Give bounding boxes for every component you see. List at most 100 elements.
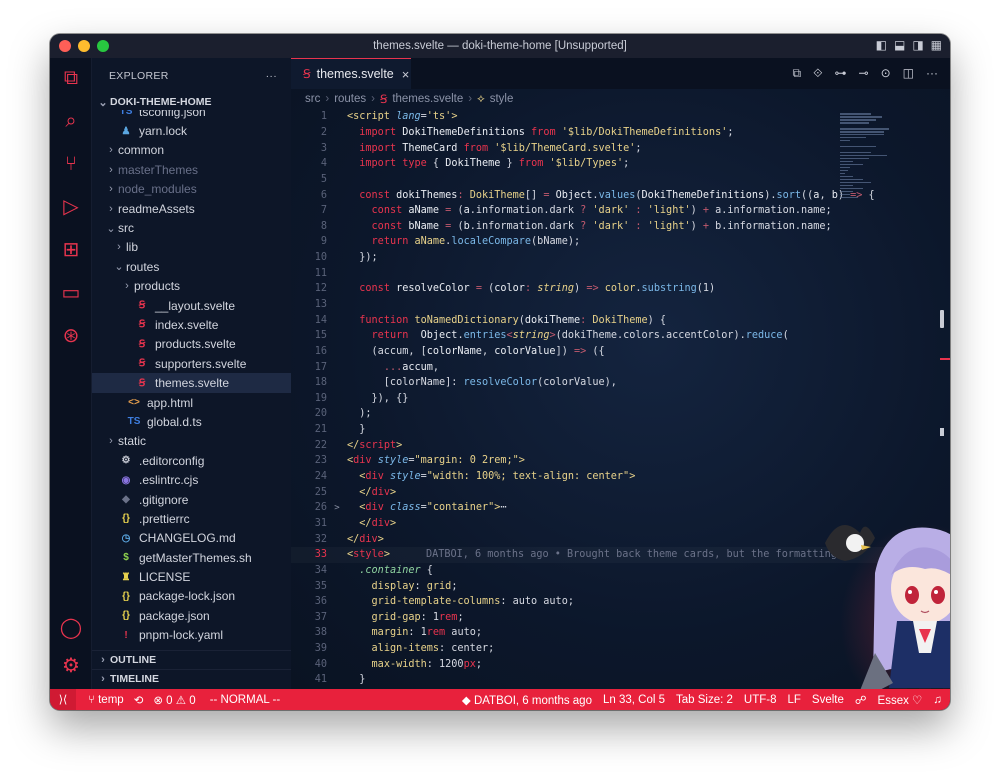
file-tree-item[interactable]: Ꞩproducts.svelte (92, 335, 291, 354)
breadcrumb-item[interactable]: routes (334, 93, 366, 105)
open-preview-icon[interactable]: ⧉ (792, 66, 801, 81)
file-tree-item[interactable]: {} .prettierrc (92, 509, 291, 528)
file-tree-item[interactable]: TS tsconfig.json (92, 110, 291, 121)
file-tree-item[interactable]: Ꞩindex.svelte (92, 315, 291, 334)
code-line[interactable]: 15 return Object.entries<string>(dokiThe… (291, 328, 950, 344)
toggle-sidebar-icon[interactable]: ◧ (876, 38, 887, 52)
file-tree-item[interactable]: › readmeAssets (92, 199, 291, 218)
file-tree-item[interactable]: ◆ .gitignore (92, 490, 291, 509)
problems-indicator[interactable]: ⊗ 0 ⚠ 0 (153, 693, 195, 707)
file-tree-item[interactable]: › lib (92, 238, 291, 257)
file-tree-item[interactable]: ♜ LICENSE (92, 567, 291, 586)
search-icon[interactable]: ⌕ (59, 109, 83, 133)
sync-icon[interactable]: ⟲ (134, 693, 144, 707)
file-tree-item[interactable]: ⌄ src (92, 218, 291, 237)
explorer-more-actions-button[interactable]: ··· (266, 70, 277, 82)
language-mode[interactable]: Svelte (812, 694, 844, 706)
file-tree-item[interactable]: {} package.json (92, 606, 291, 625)
breadcrumb-item[interactable]: themes.svelte (392, 93, 463, 105)
git-blame-status[interactable]: ◆ DATBOI, 6 months ago (462, 693, 592, 707)
end-of-line[interactable]: LF (788, 694, 801, 706)
close-window-button[interactable] (59, 40, 71, 52)
accounts-icon[interactable]: ◯ (59, 616, 83, 640)
notifications-bell-icon[interactable]: ♫ (933, 694, 942, 706)
explorer-icon[interactable]: ⧉ (59, 66, 83, 90)
code-text: [colorName]: resolveColor(colorValue), (347, 377, 617, 388)
code-line[interactable]: 17 ...accum, (291, 359, 950, 375)
file-tree-item[interactable]: ◉ .eslintrc.cjs (92, 470, 291, 489)
code-line[interactable]: 6 const dokiThemes: DokiTheme[] = Object… (291, 187, 950, 203)
cursor-position[interactable]: Ln 33, Col 5 (603, 694, 665, 706)
timeline-section[interactable]: › TIMELINE (92, 669, 291, 688)
file-tree-item[interactable]: › node_modules (92, 180, 291, 199)
close-tab-button[interactable]: × (402, 67, 410, 82)
code-line[interactable]: 22 </script> (291, 437, 950, 453)
code-line[interactable]: 11 (291, 265, 950, 281)
indentation[interactable]: Tab Size: 2 (676, 694, 733, 706)
file-tree-item[interactable]: Ꞩ __layout.svelte (92, 296, 291, 315)
workspace-root[interactable]: ⌄ DOKI-THEME-HOME (92, 94, 291, 110)
breadcrumb-item[interactable]: style (490, 93, 514, 105)
git-next-change-icon[interactable]: ⊸ (859, 66, 869, 81)
more-actions-icon[interactable]: ··· (926, 66, 938, 81)
code-line[interactable]: 21 } (291, 422, 950, 438)
code-line[interactable]: 8 const bName = (b.information.dark ? 'd… (291, 218, 950, 234)
file-tree-item[interactable]: ♟ yarn.lock (92, 121, 291, 140)
git-compare-icon[interactable]: ⊶ (835, 66, 847, 81)
live-share-icon[interactable]: ☍ (855, 693, 867, 707)
breadcrumb-item[interactable]: src (305, 93, 320, 105)
code-line[interactable]: 23 <div style="margin: 0 2rem;"> (291, 453, 950, 469)
extensions-icon[interactable]: ⊞ (59, 238, 83, 262)
code-line[interactable]: 24 <div style="width: 100%; text-align: … (291, 469, 950, 485)
remote-indicator-icon[interactable]: ⟩⟨ (50, 689, 76, 710)
gitlens-icon[interactable]: ⊙ (881, 66, 891, 81)
scrollbar-marker[interactable] (940, 310, 944, 328)
settings-gear-icon[interactable]: ⚙ (59, 654, 83, 678)
file-tree-item[interactable]: › static (92, 432, 291, 451)
source-control-icon[interactable]: ⑂ (59, 152, 83, 176)
toggle-panel-icon[interactable]: ⬓ (894, 38, 905, 52)
code-line[interactable]: 7 const aName = (a.information.dark ? 'd… (291, 203, 950, 219)
remote-explorer-icon[interactable]: ▭ (59, 281, 83, 305)
code-line[interactable]: 20 ); (291, 406, 950, 422)
scrollbar-marker[interactable] (940, 428, 944, 436)
code-line[interactable]: 14 function toNamedDictionary(dokiTheme:… (291, 312, 950, 328)
file-tree-item[interactable]: ◷ CHANGELOG.md (92, 529, 291, 548)
code-line[interactable]: 25 </div> (291, 484, 950, 500)
maximize-window-button[interactable] (97, 40, 109, 52)
scrollbar-marker[interactable] (940, 358, 950, 360)
theme-name[interactable]: Essex ♡ (878, 693, 923, 707)
file-tree-item[interactable]: ⚙ .editorconfig (92, 451, 291, 470)
minimize-window-button[interactable] (78, 40, 90, 52)
file-tree-item[interactable]: › masterThemes (92, 160, 291, 179)
code-line[interactable]: 10 }); (291, 250, 950, 266)
file-tree-item[interactable]: ⌄ routes (92, 257, 291, 276)
file-tree-item[interactable]: Ꞩthemes.svelte (92, 373, 291, 393)
run-debug-icon[interactable]: ▷ (59, 195, 83, 219)
split-editor-icon[interactable]: ◫ (903, 66, 914, 81)
minimap[interactable] (840, 113, 892, 199)
outline-section[interactable]: › OUTLINE (92, 650, 291, 669)
file-tree-item[interactable]: $ getMasterThemes.sh (92, 548, 291, 567)
file-tree-item[interactable]: Ꞩsupporters.svelte (92, 354, 291, 373)
code-line[interactable]: 16 (accum, [colorName, colorValue]) => (… (291, 344, 950, 360)
code-line[interactable]: 13 (291, 297, 950, 313)
code-line[interactable]: 19 }), {} (291, 391, 950, 407)
code-line[interactable]: 18 [colorName]: resolveColor(colorValue)… (291, 375, 950, 391)
file-tree-item[interactable]: {} package-lock.json (92, 587, 291, 606)
encoding[interactable]: UTF-8 (744, 694, 777, 706)
fold-chevron-icon[interactable]: > (327, 503, 347, 513)
branch-indicator[interactable]: ⑂ temp (88, 694, 124, 706)
file-tree-item[interactable]: › common (92, 141, 291, 160)
code-line[interactable]: 9 return aName.localeCompare(bName); (291, 234, 950, 250)
customize-layout-icon[interactable]: ▦ (931, 38, 942, 52)
toggle-secondary-sidebar-icon[interactable]: ◨ (912, 38, 923, 52)
file-tree-item[interactable]: <> app.html (92, 393, 291, 412)
git-previous-change-icon[interactable]: ⟐ (813, 66, 822, 81)
file-tree-item[interactable]: › products (92, 277, 291, 296)
tab-themes-svelte[interactable]: Ꞩ themes.svelte × (291, 58, 411, 89)
file-tree-item[interactable]: TS global.d.ts (92, 412, 291, 431)
git-graph-icon[interactable]: ⊛ (59, 324, 83, 348)
code-line[interactable]: 12 const resolveColor = (color: string) … (291, 281, 950, 297)
file-tree-item[interactable]: ! pnpm-lock.yaml (92, 626, 291, 645)
